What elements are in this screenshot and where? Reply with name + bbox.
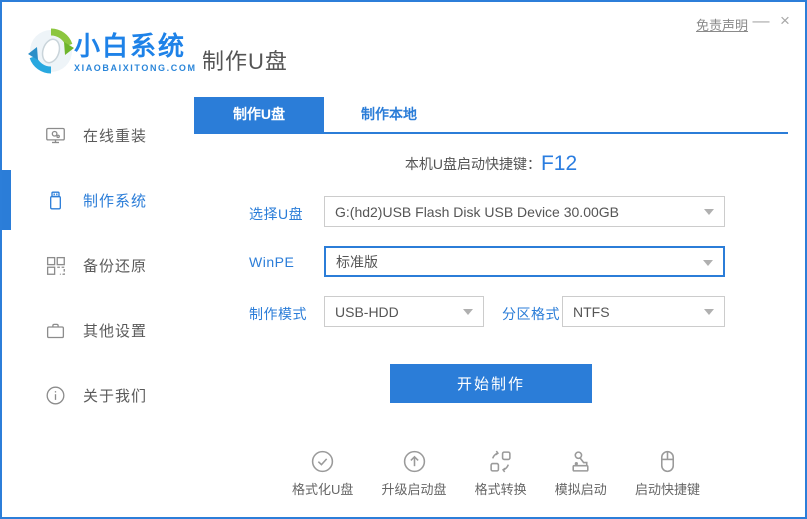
chevron-down-icon bbox=[704, 209, 714, 215]
chevron-down-icon bbox=[704, 309, 714, 315]
arrow-up-circle-icon bbox=[402, 449, 427, 474]
app-logo-icon bbox=[28, 28, 74, 74]
monitor-icon bbox=[45, 125, 66, 146]
sidebar-item-label: 在线重装 bbox=[83, 125, 147, 146]
sidebar-item-backup-restore[interactable]: 备份还原 bbox=[2, 235, 187, 295]
winpe-value: 标准版 bbox=[336, 252, 378, 272]
stamp-icon bbox=[568, 449, 593, 474]
boot-hotkey-label: 本机U盘启动快捷键： bbox=[405, 156, 541, 172]
sidebar-item-about-us[interactable]: 关于我们 bbox=[2, 365, 187, 425]
brand-name: 小白系统 bbox=[74, 32, 197, 60]
tool-label: 模拟启动 bbox=[555, 479, 607, 498]
usb-select-value: G:(hd2)USB Flash Disk USB Device 30.00GB bbox=[335, 204, 619, 220]
grid-squares-icon bbox=[45, 255, 66, 276]
winpe-label: WinPE bbox=[249, 254, 294, 270]
boot-hotkey-line: 本机U盘启动快捷键：F12 bbox=[194, 152, 788, 176]
sidebar-item-label: 制作系统 bbox=[83, 190, 147, 211]
active-indicator bbox=[2, 170, 11, 230]
make-mode-label: 制作模式 bbox=[249, 304, 307, 324]
brand-block: 小白系统 XIAOBAIXITONG.COM bbox=[74, 32, 197, 73]
boot-hotkey-value: F12 bbox=[541, 152, 577, 175]
chevron-down-icon bbox=[463, 309, 473, 315]
disclaimer-link[interactable]: 免责声明 bbox=[696, 15, 748, 34]
usb-select-dropdown[interactable]: G:(hd2)USB Flash Disk USB Device 30.00GB bbox=[324, 196, 725, 227]
check-circle-icon bbox=[310, 449, 335, 474]
tab-make-usb[interactable]: 制作U盘 bbox=[194, 97, 324, 132]
make-mode-dropdown[interactable]: USB-HDD bbox=[324, 296, 484, 327]
tool-simulate-boot[interactable]: 模拟启动 bbox=[555, 449, 607, 498]
page-title: 制作U盘 bbox=[202, 44, 288, 76]
brand-domain: XIAOBAIXITONG.COM bbox=[74, 63, 197, 73]
partition-format-label: 分区格式 bbox=[502, 304, 560, 324]
tool-label: 升级启动盘 bbox=[382, 479, 447, 498]
tab-make-local[interactable]: 制作本地 bbox=[324, 97, 454, 132]
info-circle-icon bbox=[45, 385, 66, 406]
close-button[interactable]: × bbox=[774, 10, 796, 32]
briefcase-icon bbox=[45, 320, 66, 341]
usb-select-label: 选择U盘 bbox=[249, 204, 303, 224]
tool-label: 格式化U盘 bbox=[292, 479, 353, 498]
sidebar-item-other-settings[interactable]: 其他设置 bbox=[2, 300, 187, 360]
minimize-button[interactable]: — bbox=[750, 10, 772, 32]
make-mode-value: USB-HDD bbox=[335, 304, 399, 320]
tool-upgrade-boot-disk[interactable]: 升级启动盘 bbox=[382, 449, 447, 498]
tool-format-usb[interactable]: 格式化U盘 bbox=[292, 449, 353, 498]
tool-label: 格式转换 bbox=[475, 479, 527, 498]
start-make-button[interactable]: 开始制作 bbox=[390, 364, 592, 403]
tool-label: 启动快捷键 bbox=[635, 479, 700, 498]
sidebar-item-label: 备份还原 bbox=[83, 255, 147, 276]
tab-underline bbox=[194, 132, 788, 134]
mouse-icon bbox=[655, 449, 680, 474]
partition-format-value: NTFS bbox=[573, 304, 610, 320]
tools-bar: 格式化U盘 升级启动盘 格式转换 bbox=[292, 449, 700, 498]
tool-boot-hotkey[interactable]: 启动快捷键 bbox=[635, 449, 700, 498]
tool-format-convert[interactable]: 格式转换 bbox=[475, 449, 527, 498]
usb-drive-icon bbox=[45, 190, 66, 211]
convert-icon bbox=[488, 449, 513, 474]
app-window: 小白系统 XIAOBAIXITONG.COM 制作U盘 免责声明 — × 在线重… bbox=[0, 0, 807, 519]
chevron-down-icon bbox=[703, 260, 713, 266]
sidebar-item-make-system[interactable]: 制作系统 bbox=[2, 170, 187, 230]
partition-format-dropdown[interactable]: NTFS bbox=[562, 296, 725, 327]
sidebar-item-label: 关于我们 bbox=[83, 385, 147, 406]
winpe-dropdown[interactable]: 标准版 bbox=[324, 246, 725, 277]
sidebar-item-online-reinstall[interactable]: 在线重装 bbox=[2, 105, 187, 165]
sidebar-item-label: 其他设置 bbox=[83, 320, 147, 341]
